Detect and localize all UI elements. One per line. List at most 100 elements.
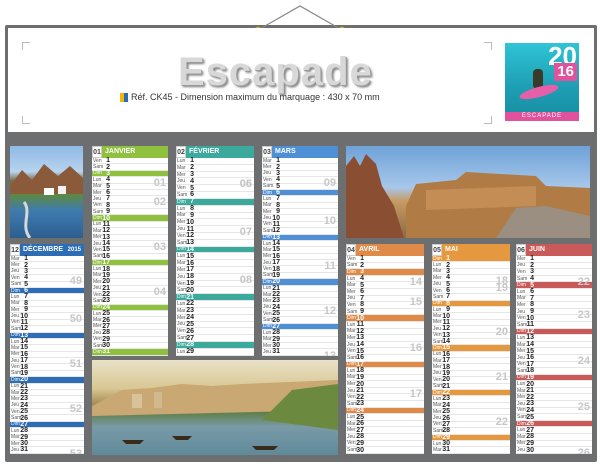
week-number: 19 (495, 281, 508, 294)
weekday-label: Ven (11, 364, 20, 371)
weekday-label: Dim (177, 341, 186, 348)
month-header: 01 JANVIER (92, 146, 168, 158)
week-number: 49 (69, 275, 82, 288)
month-name: MARS (275, 148, 296, 155)
weekday-label: Mar (11, 389, 20, 396)
weekday-label: Sam (347, 354, 358, 361)
badge-year-suffix: 16 (554, 63, 577, 81)
day-number: 31 (272, 348, 280, 356)
weekday-label: Ven (433, 376, 442, 383)
weekday-label: Jeu (11, 313, 20, 320)
weekday-label: Dim (517, 328, 526, 335)
weekday-label: Mar (263, 202, 272, 209)
day-row: Dim 31 (92, 348, 168, 356)
weekday-label: Lun (433, 306, 442, 313)
weekday-label: Lun (263, 285, 272, 292)
weekday-label: Ven (263, 221, 272, 228)
weekday-label: Dim (93, 348, 102, 355)
photo-desert-fort (346, 146, 590, 238)
weekday-label: Mer (11, 440, 20, 447)
weekday-label: Mer (517, 440, 526, 447)
weekday-label: Mar (263, 291, 272, 298)
week-number: 10 (323, 215, 336, 228)
week-number: 24 (577, 355, 590, 367)
weekday-label: Dim (347, 407, 356, 414)
weekday-label: Jeu (517, 447, 526, 454)
weekday-label: Lun (177, 157, 186, 164)
weekday-label: Jeu (517, 400, 526, 407)
day-number: 31 (442, 446, 450, 454)
weekday-label: Mer (517, 255, 526, 262)
weekday-label: Mar (433, 402, 442, 409)
weekday-label: Mer (347, 288, 356, 295)
weekday-label: Mar (11, 434, 20, 441)
weekday-label: Ven (93, 291, 102, 298)
photo-river-boats (92, 360, 338, 455)
month-dec: 12 DÉCEMBRE 2015 Mar 1 Mer 2 Jeu 3 Ven 4 Sam 5 Dim 6 Lu… (10, 244, 84, 454)
weekday-label: Sam (263, 272, 274, 279)
weekday-label: Jeu (347, 433, 356, 440)
week-number: 06 (239, 178, 252, 191)
weekday-label: Lun (11, 338, 20, 345)
weekday-label: Sam (347, 447, 358, 454)
weekday-label: Mer (177, 171, 186, 178)
weekday-label: Jeu (347, 341, 356, 348)
weekday-label: Mer (517, 394, 526, 401)
weekday-label: Ven (347, 255, 356, 262)
weekday-label: Sam (177, 239, 188, 246)
weekday-label: Mar (263, 336, 272, 343)
weekday-label: Jeu (433, 325, 442, 332)
weekday-label: Mar (433, 446, 442, 453)
week-number: 03 (153, 241, 166, 254)
month-number: 01 (92, 146, 102, 158)
weekday-label: Mer (93, 323, 102, 330)
weekday-label: Dim (93, 215, 102, 222)
week-number: 17 (409, 388, 422, 400)
weekday-label: Ven (517, 268, 526, 275)
week-number: 09 (323, 177, 336, 190)
weekday-label: Dim (517, 282, 526, 289)
day-number: 30 (356, 446, 364, 454)
weekday-label: Dim (93, 304, 102, 311)
weekday-label: Mer (11, 262, 20, 269)
weekday-label: Ven (517, 407, 526, 414)
weekday-label: Dim (517, 374, 526, 381)
weekday-label: Mer (347, 381, 356, 388)
weekday-label: Sam (11, 281, 22, 288)
week-number: 08 (239, 274, 252, 287)
weekday-label: Mar (347, 374, 356, 381)
weekday-label: Jeu (177, 226, 186, 233)
weekday-label: Jeu (11, 357, 20, 364)
weekday-label: Sam (263, 183, 274, 190)
weekday-label: Mer (263, 297, 272, 304)
weekday-label: Mar (93, 183, 102, 190)
weekday-label: Jeu (11, 268, 20, 275)
weekday-label: Lun (517, 334, 526, 341)
weekday-label: Mer (433, 408, 442, 415)
weekday-label: Dim (263, 278, 272, 285)
weekday-label: Lun (93, 310, 102, 317)
month-number: 02 (176, 146, 186, 158)
month-number: 06 (516, 244, 526, 256)
week-number: 51 (69, 358, 82, 371)
weekday-label: Dim (263, 189, 272, 196)
weekday-label: Mer (263, 208, 272, 215)
weekday-label: Sam (177, 335, 188, 342)
weekday-label: Jeu (93, 285, 102, 292)
day-row: Sam 30 (346, 447, 424, 454)
reference-logo-icon (120, 92, 128, 102)
weekday-label: Mar (263, 246, 272, 253)
weekday-label: Lun (11, 293, 20, 300)
weekday-label: Jeu (347, 387, 356, 394)
weekday-label: Mer (433, 364, 442, 371)
weekday-label: Jeu (93, 240, 102, 247)
month-may: 05 MAI Dim 1 Lun 2 Mar 3 Mer 4 Jeu 5 Ven 6 Sam 7 Dim 8 Lun… (432, 244, 510, 454)
weekday-label: Lun (11, 383, 20, 390)
weekday-label: Mar (347, 328, 356, 335)
weekday-label: Sam (517, 321, 528, 328)
reference-text: Réf. CK45 - Dimension maximum du marquag… (131, 92, 380, 102)
weekday-label: Mar (263, 157, 272, 164)
weekday-label: Lun (433, 395, 442, 402)
weekday-label: Jeu (93, 329, 102, 336)
corner-mark (22, 42, 30, 50)
